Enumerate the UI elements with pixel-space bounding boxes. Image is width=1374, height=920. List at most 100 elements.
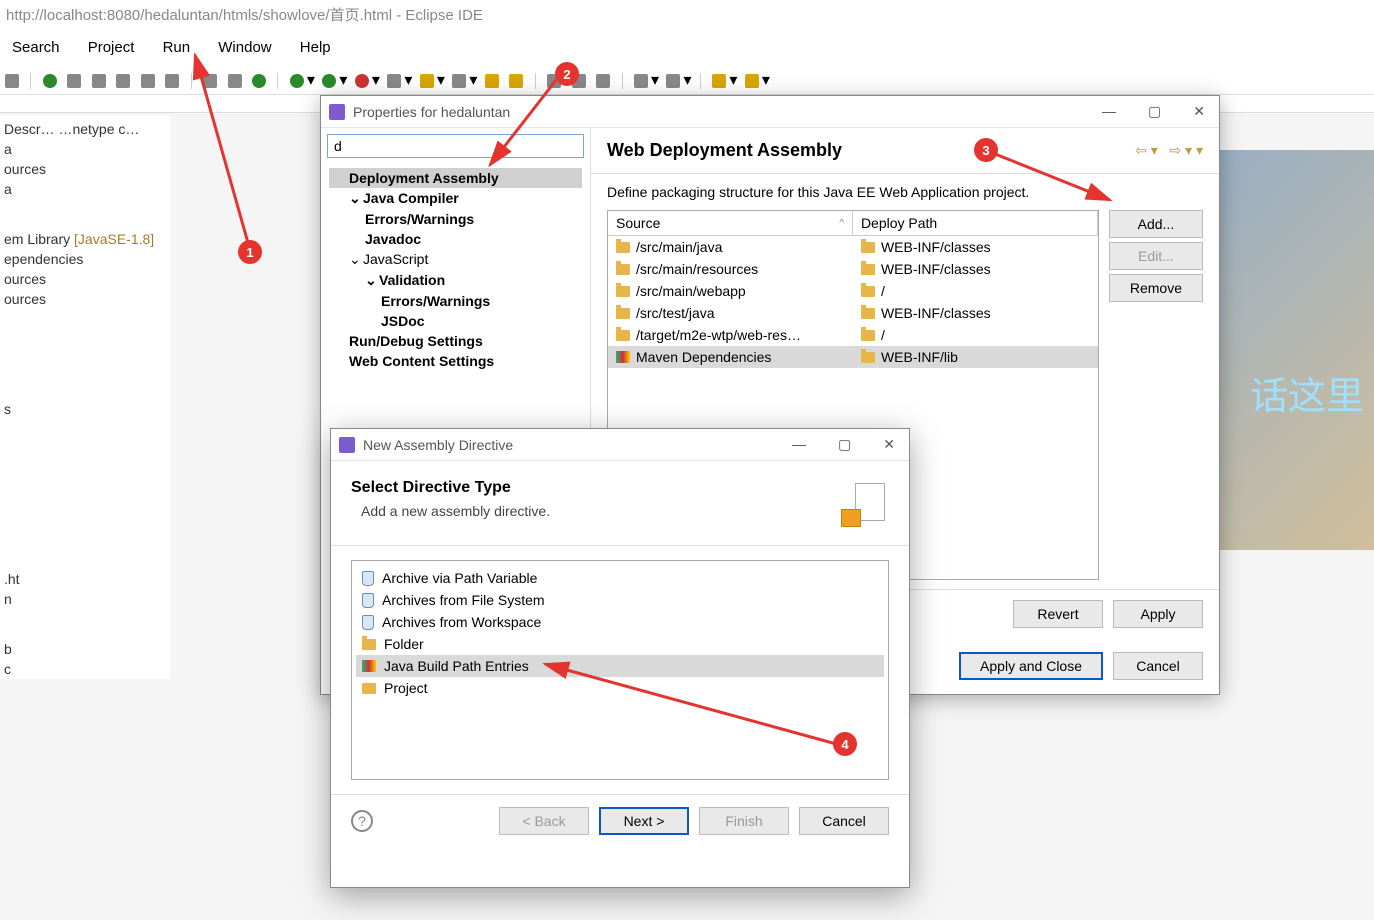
- tool-icon[interactable]: [116, 74, 130, 88]
- annotation-marker-3: 3: [974, 138, 998, 162]
- tree-web-content[interactable]: Web Content Settings: [329, 351, 582, 371]
- jar-icon: [362, 660, 376, 672]
- stop-icon[interactable]: [355, 74, 369, 88]
- tool-icon[interactable]: [67, 74, 81, 88]
- directive-list: Archive via Path Variable Archives from …: [351, 560, 889, 780]
- folder-icon: [362, 639, 376, 650]
- remove-button[interactable]: Remove: [1109, 274, 1203, 302]
- folder-icon: [616, 286, 630, 297]
- back-icon[interactable]: [712, 74, 726, 88]
- tool-icon[interactable]: [387, 74, 401, 88]
- cancel-button[interactable]: Cancel: [1113, 652, 1203, 680]
- forward-icon[interactable]: [745, 74, 759, 88]
- list-item[interactable]: em Library [JavaSE-1.8]: [0, 229, 170, 249]
- annotation-marker-1: 1: [238, 240, 262, 264]
- wizard-heading: Select Directive Type: [351, 479, 550, 497]
- list-item[interactable]: ources: [0, 269, 170, 289]
- folder-icon: [861, 242, 875, 253]
- section-description: Define packaging structure for this Java…: [591, 174, 1219, 210]
- background-text: 话这里: [1250, 365, 1364, 420]
- list-item[interactable]: Descr… …netype c…: [0, 119, 170, 139]
- folder-icon[interactable]: [509, 74, 523, 88]
- list-item[interactable]: a: [0, 179, 170, 199]
- list-item[interactable]: Archives from File System: [356, 589, 884, 611]
- tool-icon[interactable]: [634, 74, 648, 88]
- tool-icon[interactable]: [203, 74, 217, 88]
- list-item[interactable]: a: [0, 139, 170, 159]
- folder-icon: [861, 352, 875, 363]
- filter-input[interactable]: [327, 134, 584, 158]
- list-item[interactable]: ources: [0, 289, 170, 309]
- list-item-selected[interactable]: Java Build Path Entries: [356, 655, 884, 677]
- list-item[interactable]: ources: [0, 159, 170, 179]
- list-item[interactable]: c: [0, 659, 170, 679]
- dialog-title: New Assembly Directive: [363, 437, 513, 453]
- maximize-icon[interactable]: ▢: [832, 434, 857, 455]
- list-item[interactable]: Folder: [356, 633, 884, 655]
- list-item[interactable]: .ht: [0, 569, 170, 589]
- menu-window[interactable]: Window: [206, 35, 283, 60]
- table-row-selected[interactable]: Maven DependenciesWEB-INF/lib: [608, 346, 1098, 368]
- tool-icon[interactable]: [666, 74, 680, 88]
- menu-search[interactable]: Search: [0, 35, 72, 60]
- run-dropdown-icon[interactable]: [290, 74, 304, 88]
- tool-icon[interactable]: [165, 74, 179, 88]
- tool-icon[interactable]: [228, 74, 242, 88]
- folder-icon: [616, 242, 630, 253]
- th-source[interactable]: Source: [616, 215, 660, 231]
- tree-java-compiler[interactable]: Java Compiler: [329, 188, 582, 209]
- list-item[interactable]: Project: [356, 677, 884, 699]
- menu-project[interactable]: Project: [76, 35, 147, 60]
- apply-close-button[interactable]: Apply and Close: [959, 652, 1103, 680]
- apply-button[interactable]: Apply: [1113, 600, 1203, 628]
- bug-icon[interactable]: [252, 74, 266, 88]
- menu-run[interactable]: Run: [151, 35, 203, 60]
- tool-icon[interactable]: [5, 74, 19, 88]
- cancel-button[interactable]: Cancel: [799, 807, 889, 835]
- th-deploy-path[interactable]: Deploy Path: [853, 211, 1098, 235]
- menu-bar: Search Project Run Window Help: [0, 29, 1374, 66]
- list-item[interactable]: Archive via Path Variable: [356, 567, 884, 589]
- revert-button[interactable]: Revert: [1013, 600, 1103, 628]
- add-button[interactable]: Add...: [1109, 210, 1203, 238]
- run-icon[interactable]: [322, 74, 336, 88]
- minimize-icon[interactable]: —: [786, 434, 812, 455]
- folder-icon[interactable]: [485, 74, 499, 88]
- tree-errors-warnings[interactable]: Errors/Warnings: [329, 209, 582, 229]
- list-item[interactable]: n: [0, 589, 170, 609]
- tool-icon[interactable]: [420, 74, 434, 88]
- tool-icon[interactable]: [452, 74, 466, 88]
- close-icon[interactable]: ✕: [1187, 101, 1211, 122]
- tool-icon[interactable]: [596, 74, 610, 88]
- list-item[interactable]: b: [0, 639, 170, 659]
- assembly-table: /src/main/javaWEB-INF/classes /src/main/…: [608, 236, 1098, 368]
- folder-icon: [861, 308, 875, 319]
- wizard-banner-icon: [841, 479, 889, 527]
- list-item[interactable]: ependencies: [0, 249, 170, 269]
- help-icon[interactable]: ?: [351, 810, 373, 832]
- tree-validation[interactable]: Validation: [329, 270, 582, 291]
- menu-help[interactable]: Help: [288, 35, 343, 60]
- tree-run-debug[interactable]: Run/Debug Settings: [329, 331, 582, 351]
- dialog-title: Properties for hedaluntan: [353, 104, 510, 120]
- minimize-icon[interactable]: —: [1096, 101, 1122, 122]
- close-icon[interactable]: ✕: [877, 434, 901, 455]
- list-item[interactable]: s: [0, 399, 170, 419]
- tree-javascript[interactable]: JavaScript: [329, 249, 582, 270]
- tool-icon[interactable]: [141, 74, 155, 88]
- tree-deployment-assembly[interactable]: Deployment Assembly: [329, 168, 582, 188]
- main-toolbar: ▾ ▾ ▾ ▾ ▾ ▾ ▾ ▾ ▾ ▾: [0, 66, 1374, 95]
- tree-javadoc[interactable]: Javadoc: [329, 229, 582, 249]
- tool-icon[interactable]: [92, 74, 106, 88]
- window-title: http://localhost:8080/hedaluntan/htmls/s…: [0, 0, 1374, 29]
- archive-icon: [362, 593, 374, 608]
- list-item[interactable]: Archives from Workspace: [356, 611, 884, 633]
- run-icon[interactable]: [43, 74, 57, 88]
- next-button[interactable]: Next >: [599, 807, 689, 835]
- new-assembly-dialog: New Assembly Directive — ▢ ✕ Select Dire…: [330, 428, 910, 888]
- tree-jsdoc[interactable]: JSDoc: [329, 311, 582, 331]
- tree-js-errors-warnings[interactable]: Errors/Warnings: [329, 291, 582, 311]
- folder-icon: [861, 264, 875, 275]
- maximize-icon[interactable]: ▢: [1142, 101, 1167, 122]
- nav-icons[interactable]: ⇦ ▾ ⇨ ▾ ▾: [1135, 142, 1203, 159]
